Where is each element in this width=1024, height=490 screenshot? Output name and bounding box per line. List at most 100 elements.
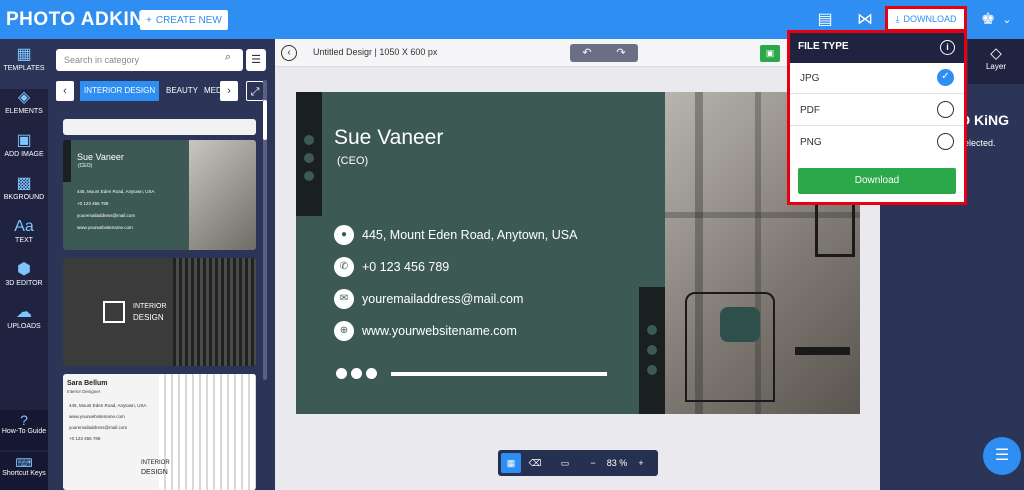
search-input[interactable]: Search in category (56, 49, 243, 71)
download-icon: ⤓ (895, 13, 900, 24)
thumb-slats (173, 258, 256, 366)
image-icon: ▣ (16, 132, 32, 149)
undo-redo-group: ↶ ↷ (570, 44, 638, 62)
location-icon: ● (334, 225, 354, 245)
stripe-dot (304, 135, 314, 145)
stripe-dot (647, 325, 657, 335)
download-button[interactable]: ⤓ DOWNLOAD (885, 6, 967, 32)
thumb-rows: 445, Mount Eden Road, Anytown, USA +0 12… (77, 186, 155, 234)
radio-button[interactable] (937, 101, 954, 118)
card-dots (336, 368, 377, 379)
card-address-row[interactable]: ● 445, Mount Eden Road, Anytown, USA (334, 225, 577, 245)
check-icon[interactable]: ✓ (937, 69, 954, 86)
chevron-left-icon[interactable]: ‹ (56, 81, 74, 101)
thumb-brand1: INTERIOR (133, 303, 167, 310)
card-role[interactable]: (CEO) (337, 155, 368, 167)
nav-label: 3D EDITOR (5, 280, 43, 287)
nav-label: UPLOADS (7, 323, 41, 330)
share-icon[interactable]: ⋈ (855, 10, 875, 30)
layer-button[interactable]: ◇ Layer (968, 39, 1024, 84)
dot (351, 368, 362, 379)
thumb-brand2: DESIGN (141, 469, 168, 476)
create-new-label: CREATE NEW (155, 14, 222, 26)
nav-label: ADD IMAGE (4, 151, 44, 158)
file-type-jpg[interactable]: JPG ✓ (790, 63, 964, 94)
thumb-row: 445, Mount Eden Road, Anytown, USA (69, 403, 147, 408)
undo-icon[interactable]: ↶ (570, 44, 604, 62)
guide-label: How-To Guide (1, 428, 47, 435)
thumb-row: 445, Mount Eden Road, Anytown, USA (77, 189, 155, 194)
layer-label: Layer (985, 62, 1006, 71)
save-icon[interactable]: ▣ (760, 45, 780, 62)
cube-icon: ⬢ (17, 261, 31, 278)
search-icon[interactable]: ⌕ (218, 51, 238, 69)
download-label: DOWNLOAD (903, 14, 957, 24)
info-icon[interactable]: i (940, 40, 955, 55)
thumb-name: Sue Vaneer (77, 152, 124, 162)
template-thumb-3[interactable]: Sara Bellum Interior Designer 445, Mount… (63, 374, 256, 490)
card-name[interactable]: Sue Vaneer (334, 126, 443, 150)
nav-uploads[interactable]: ☁ UPLOADS (0, 297, 48, 347)
grid-view-icon[interactable]: ▦ (501, 453, 521, 473)
thumb-role: (CEO) (78, 163, 93, 169)
thumb-row: www.yourwebsitename.com (77, 225, 133, 230)
card-email: youremailaddress@mail.com (362, 292, 524, 306)
email-icon: ✉ (334, 289, 354, 309)
keys-label: Shortcut Keys (2, 470, 46, 477)
document-title[interactable]: Untitled Desigr | 1050 X 600 px (313, 47, 437, 57)
create-new-button[interactable]: + CREATE NEW (140, 10, 228, 30)
expand-icon[interactable]: ⤢ (246, 81, 264, 101)
template-thumb-2[interactable]: INTERIOR DESIGN (63, 258, 256, 366)
file-type-title: FILE TYPE (798, 41, 849, 52)
list-view-icon[interactable]: ☰ (246, 49, 266, 71)
card-address: 445, Mount Eden Road, Anytown, USA (362, 228, 578, 242)
category-beauty[interactable]: BEAUTY (162, 81, 202, 101)
download-dropdown: FILE TYPE i JPG ✓ PDF PNG Download (787, 30, 967, 205)
panel-scroll-thumb[interactable] (263, 100, 267, 140)
stripe-dot (647, 365, 657, 375)
download-confirm-button[interactable]: Download (798, 168, 956, 194)
presentation-icon[interactable]: ▭ (555, 453, 575, 473)
comment-icon[interactable]: ▤ (815, 10, 835, 30)
keyboard-icon: ⌨ (15, 456, 33, 470)
zoom-value: 83 % (606, 458, 628, 468)
nav-label: ELEMENTS (5, 108, 43, 115)
doc-title-text[interactable]: Untitled Desigr (313, 47, 372, 57)
radio-button[interactable] (937, 133, 954, 150)
doc-size: 1050 X 600 px (379, 47, 438, 57)
upload-icon: ☁ (16, 304, 32, 321)
file-type-pdf[interactable]: PDF (790, 95, 964, 126)
zoom-in-icon[interactable]: + (634, 453, 648, 473)
interior-logo-icon (103, 301, 125, 323)
chevron-right-icon[interactable]: › (220, 81, 238, 101)
chevron-down-icon[interactable]: ⌄ (997, 10, 1017, 30)
category-interior-design[interactable]: INTERIOR DESIGN (80, 81, 160, 101)
redo-icon[interactable]: ↷ (604, 44, 638, 62)
dot (366, 368, 377, 379)
dot (336, 368, 347, 379)
right-note-text: elected. (964, 138, 996, 148)
chess-king-icon[interactable]: ♚ (978, 10, 998, 30)
how-to-guide[interactable]: ? How-To Guide (0, 410, 48, 450)
shortcut-keys[interactable]: ⌨ Shortcut Keys (0, 452, 48, 490)
thumb-row: +0 123 456 789 (77, 201, 109, 206)
eraser-icon[interactable]: ⌫ (525, 453, 545, 473)
card-website-row[interactable]: ⊕ www.yourwebsitename.com (334, 321, 517, 341)
card-phone: +0 123 456 789 (362, 260, 450, 274)
template-thumb-partial[interactable] (63, 119, 256, 135)
template-thumb-1[interactable]: Sue Vaneer (CEO) 445, Mount Eden Road, A… (63, 140, 256, 250)
stripe-dot (304, 153, 314, 163)
stripe-dot (647, 345, 657, 355)
side-table (795, 347, 850, 355)
card-email-row[interactable]: ✉ youremailaddress@mail.com (334, 289, 523, 309)
back-icon[interactable]: ‹ (281, 45, 297, 61)
thumb-slats (159, 374, 256, 490)
file-type-png[interactable]: PNG (790, 127, 964, 158)
card-website: www.yourwebsitename.com (362, 324, 517, 338)
phone-icon: ✆ (334, 257, 354, 277)
card-phone-row[interactable]: ✆ +0 123 456 789 (334, 257, 449, 277)
chat-help-icon[interactable]: ☰ (983, 437, 1021, 475)
zoom-out-icon[interactable]: − (586, 453, 600, 473)
nav-label: BKGROUND (3, 194, 45, 201)
help-icon: ? (20, 412, 28, 428)
